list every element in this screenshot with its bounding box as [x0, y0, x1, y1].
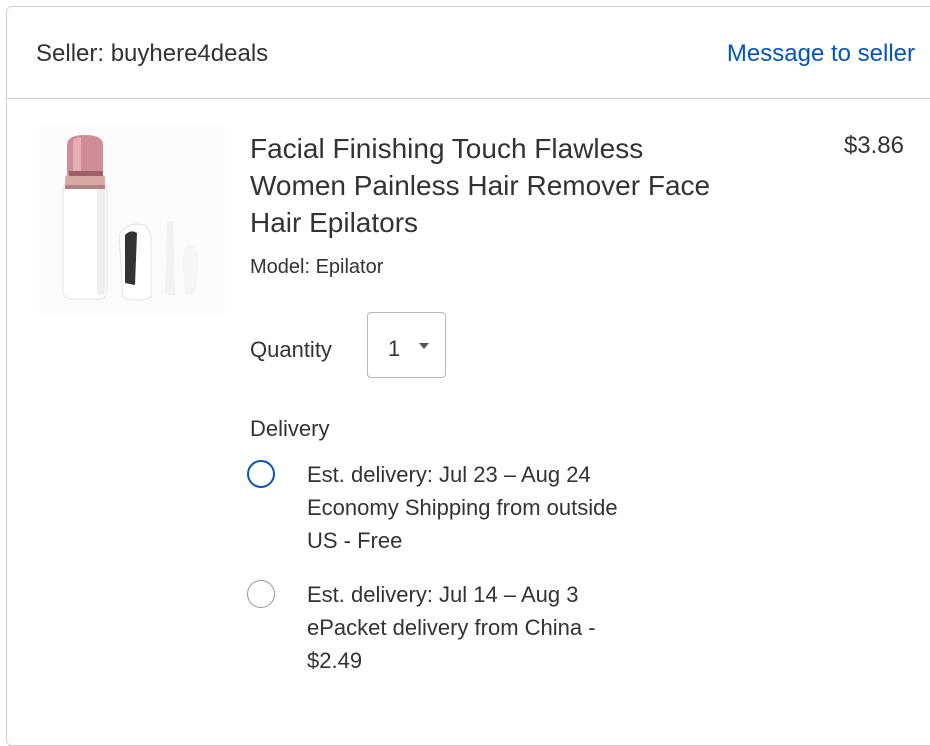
delivery-estimate: Est. delivery: Jul 14 – Aug 3	[307, 582, 579, 607]
chevron-down-icon	[419, 343, 429, 349]
item-model: Model: Epilator	[250, 256, 384, 278]
delivery-option-text: Est. delivery: Jul 14 – Aug 3 ePacket de…	[307, 578, 707, 677]
seller-card: Seller: buyhere4deals Message to seller …	[6, 6, 930, 746]
message-to-seller-link[interactable]: Message to seller	[727, 40, 915, 68]
quantity-label: Quantity	[250, 337, 332, 362]
delivery-estimate: Est. delivery: Jul 23 – Aug 24	[307, 462, 591, 487]
delivery-label: Delivery	[250, 416, 330, 441]
delivery-option-text: Est. delivery: Jul 23 – Aug 24 Economy S…	[307, 458, 707, 557]
seller-header: Seller: buyhere4deals Message to seller	[7, 7, 930, 99]
epilator-icon	[39, 125, 225, 315]
delivery-method: Economy Shipping from outside	[307, 495, 618, 520]
product-image[interactable]	[39, 125, 225, 315]
delivery-cost: $2.49	[307, 648, 363, 673]
quantity-select[interactable]: 1	[367, 312, 446, 378]
item-price: $3.86	[843, 132, 904, 159]
radio-button-unselected[interactable]	[247, 580, 275, 608]
item-title[interactable]: Facial Finishing Touch Flawless Women Pa…	[250, 130, 730, 241]
quantity-value: 1	[388, 336, 401, 361]
delivery-method: ePacket delivery from China -	[307, 615, 596, 640]
seller-name: Seller: buyhere4deals	[36, 40, 269, 67]
radio-button-selected[interactable]	[247, 460, 275, 488]
delivery-cost: US - Free	[307, 528, 403, 553]
